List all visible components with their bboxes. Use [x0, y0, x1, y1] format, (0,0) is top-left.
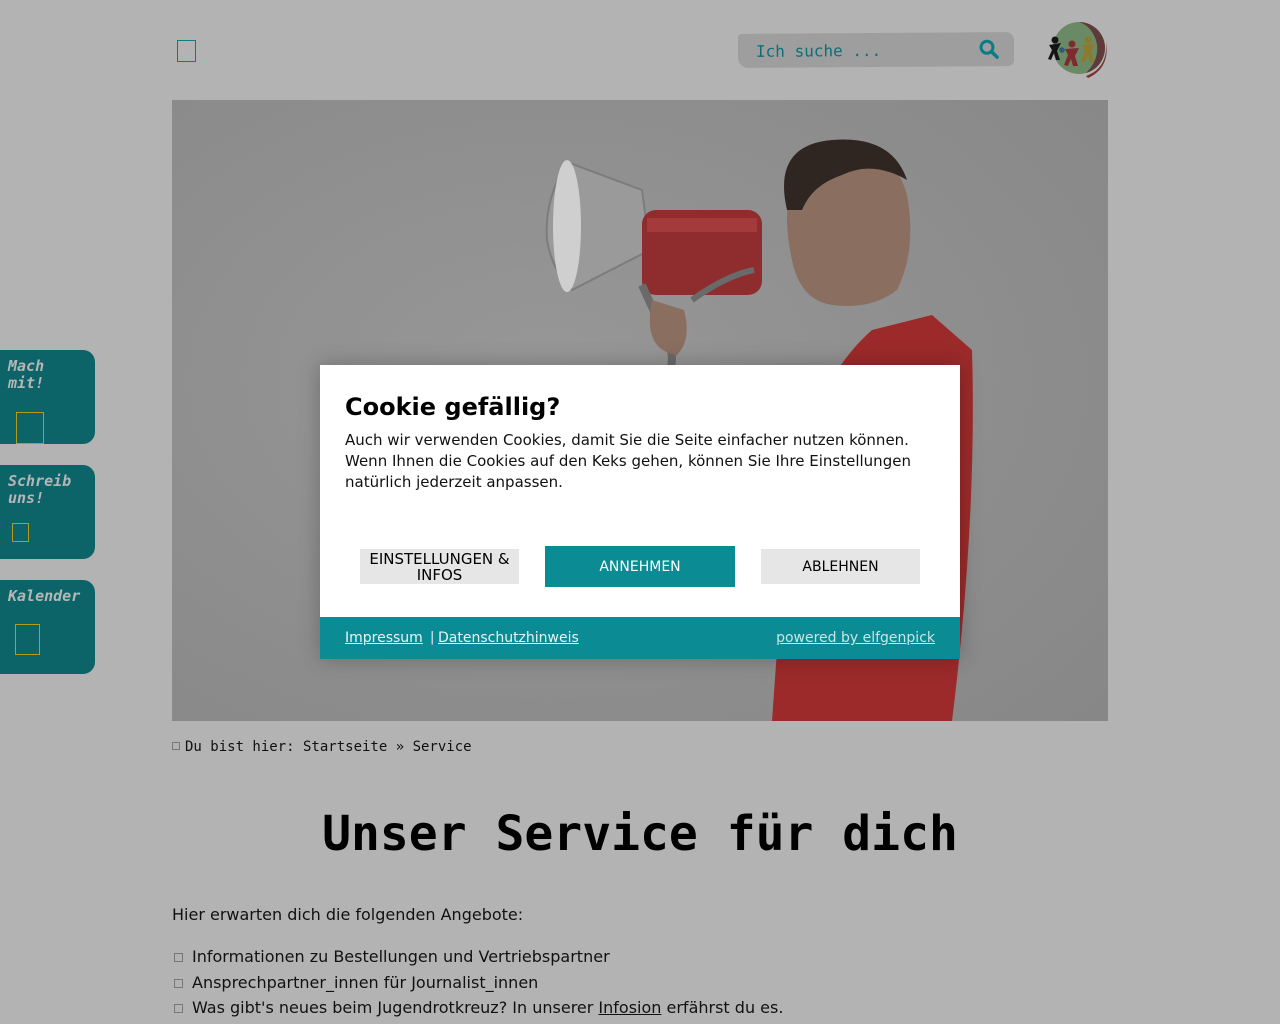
search-input[interactable] — [755, 37, 967, 63]
bullet-icon — [174, 1004, 183, 1013]
breadcrumb-icon — [172, 742, 180, 750]
page-title: Unser Service für dich — [322, 806, 958, 862]
list-item-text: Was gibt's neues beim Jugendrotkreuz? In… — [192, 998, 599, 1017]
list-item: Ansprechpartner_innen für Journalist_inn… — [172, 972, 783, 998]
search-bar — [737, 32, 1015, 68]
menu-toggle-icon[interactable] — [177, 40, 196, 62]
cookie-footer: Impressum | Datenschutzhinweis powered b… — [320, 617, 960, 659]
side-tab-mach-mit[interactable]: Mach mit! — [0, 350, 95, 444]
list-item-text: erfährst du es. — [661, 998, 784, 1017]
mail-icon — [12, 523, 29, 542]
list-item-text: Ansprechpartner_innen für Journalist_inn… — [192, 972, 539, 992]
bullet-icon — [174, 978, 183, 988]
infosion-link[interactable]: Infosion — [598, 998, 661, 1017]
impressum-link[interactable]: Impressum — [345, 630, 423, 646]
site-header — [0, 0, 1280, 100]
powered-by-link[interactable]: powered by elfgenpick — [776, 630, 935, 646]
list-item: Was gibt's neues beim Jugendrotkreuz? In… — [172, 997, 783, 1023]
side-tab-label: Mach mit! — [8, 357, 45, 392]
footer-separator: | — [430, 630, 435, 645]
cookie-dialog: Cookie gefällig? Auch wir verwenden Cook… — [320, 365, 960, 659]
calendar-icon — [15, 624, 40, 655]
side-tab-schreib-uns[interactable]: Schreib uns! — [0, 465, 95, 559]
participate-icon — [16, 412, 44, 444]
side-tab-label: Schreib uns! — [8, 472, 72, 507]
cookie-title: Cookie gefällig? — [345, 393, 561, 421]
cookie-decline-button[interactable]: ABLEHNEN — [761, 549, 920, 584]
offers-list: Informationen zu Bestellungen und Vertri… — [172, 946, 783, 1023]
intro-text: Hier erwarten dich die folgenden Angebot… — [172, 905, 524, 924]
jugendrotkreuz-logo[interactable] — [1046, 18, 1110, 82]
search-icon[interactable] — [978, 38, 1000, 60]
side-tab-label: Kalender — [8, 587, 81, 605]
datenschutz-link[interactable]: Datenschutzhinweis — [438, 630, 579, 646]
side-tab-kalender[interactable]: Kalender — [0, 580, 95, 674]
cookie-settings-button[interactable]: EINSTELLUNGEN & INFOS — [360, 549, 519, 584]
bullet-icon — [174, 953, 183, 962]
breadcrumb: Du bist hier: Startseite » Service — [172, 739, 472, 755]
list-item-text: Informationen zu Bestellungen und Vertri… — [192, 947, 610, 966]
cookie-text: Auch wir verwenden Cookies, damit Sie di… — [345, 431, 911, 491]
breadcrumb-text: Du bist hier: Startseite » Service — [185, 739, 472, 755]
cookie-accept-button[interactable]: ANNEHMEN — [545, 546, 735, 587]
list-item: Informationen zu Bestellungen und Vertri… — [172, 946, 783, 972]
